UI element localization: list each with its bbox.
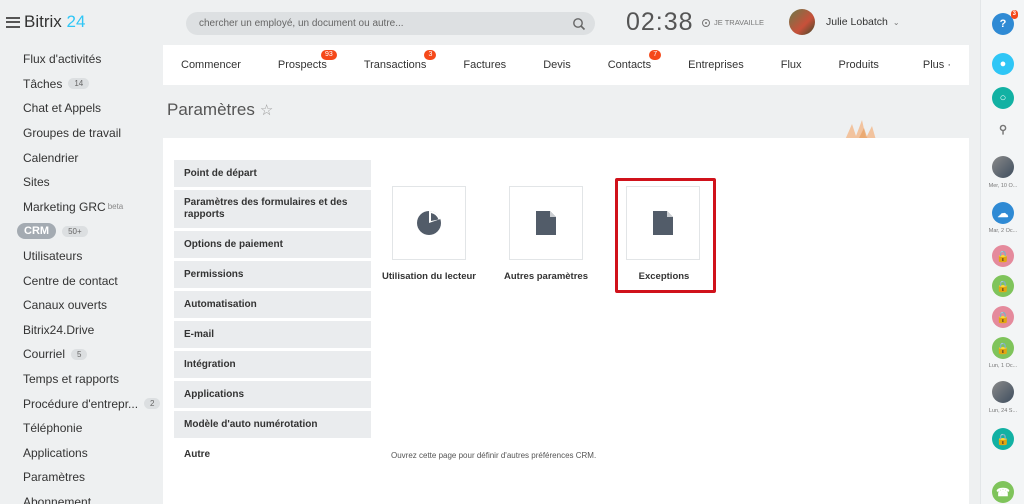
mail-badge: 5 — [71, 348, 88, 360]
date-label: Lun, 1 Oc... — [988, 363, 1018, 369]
avatar[interactable] — [789, 9, 815, 35]
avatar[interactable] — [992, 156, 1014, 178]
tab-stream[interactable]: Flux — [781, 45, 802, 85]
pie-chart-icon — [417, 210, 441, 235]
open-channels-icon[interactable]: ○ — [992, 87, 1014, 109]
settings-content: Point de départ Paramètres des formulair… — [163, 138, 969, 504]
lock-icon[interactable]: 🔒 — [992, 245, 1014, 267]
tab-more[interactable]: Plus · — [923, 45, 951, 85]
settings-menu: Point de départ Paramètres des formulair… — [174, 160, 371, 471]
sidebar-item-calendar[interactable]: Calendrier — [0, 145, 160, 170]
settings-item-applications[interactable]: Applications — [174, 381, 371, 408]
sidebar-item-time-reports[interactable]: Temps et rapports — [0, 367, 160, 392]
search-bar[interactable]: chercher un employé, un document ou autr… — [186, 12, 595, 35]
right-sidebar: ? 3 ● ○ ⚲ Mer, 10 O... ☁ Mar, 2 Oc... 🔒 🔒… — [980, 0, 1024, 504]
phone-icon[interactable]: ☎ — [992, 481, 1014, 503]
deals-count: 3 — [424, 50, 437, 60]
crm-top-nav: Commencer Prospects 93 Transactions 3 Fact… — [163, 45, 969, 85]
clock-time[interactable]: 02:38 — [626, 8, 694, 37]
tab-products[interactable]: Produits — [839, 45, 879, 85]
sidebar-item-applications[interactable]: Applications — [0, 441, 160, 466]
notifications-bell-icon[interactable]: ● — [992, 53, 1014, 75]
page-title: Paramètres ☆ — [167, 100, 274, 119]
sidebar-item-chat[interactable]: Chat et Appels — [0, 96, 160, 121]
search-icon[interactable]: ⚲ — [992, 118, 1014, 140]
user-menu[interactable]: Julie Lobatch ⌄ — [789, 9, 900, 35]
sidebar-menu: Flux d'activités Tâches 14 Chat et Appels… — [0, 47, 161, 504]
settings-item-integration[interactable]: Intégration — [174, 351, 371, 378]
sidebar-item-telephony[interactable]: Téléphonie — [0, 416, 160, 441]
crm-badge: 50+ — [62, 225, 88, 237]
sidebar-item-subscription[interactable]: Abonnement — [0, 490, 160, 504]
tab-leads[interactable]: Prospects 93 — [278, 45, 337, 85]
lock-icon[interactable]: 🔒 — [992, 306, 1014, 328]
date-label: Mar, 2 Oc... — [988, 228, 1018, 234]
page-description: Ouvrez cette page pour définir d'autres … — [391, 451, 597, 460]
tab-contacts[interactable]: Contacts 7 — [608, 45, 662, 85]
sidebar-item-groups[interactable]: Groupes de travail — [0, 121, 160, 146]
sidebar-item-settings[interactable]: Paramètres — [0, 465, 160, 490]
star-icon[interactable]: ☆ — [260, 101, 273, 119]
sidebar-item-mail[interactable]: Courriel 5 — [0, 342, 160, 367]
lock-icon[interactable]: 🔒 — [992, 275, 1014, 297]
sidebar-item-users[interactable]: Utilisateurs — [0, 244, 160, 269]
sidebar-item-drive[interactable]: Bitrix24.Drive — [0, 318, 160, 343]
work-status[interactable]: JE TRAVAILLE — [702, 18, 764, 27]
settings-item-email[interactable]: E-mail — [174, 321, 371, 348]
document-icon — [536, 211, 556, 235]
leads-count: 93 — [321, 50, 337, 60]
chevron-down-icon[interactable]: ⌄ — [893, 18, 900, 27]
avatar[interactable] — [992, 381, 1014, 403]
sidebar-item-feed[interactable]: Flux d'activités — [0, 47, 160, 72]
tab-deals[interactable]: Transactions 3 — [364, 45, 437, 85]
sidebar-item-crm[interactable]: CRM 50+ — [0, 219, 160, 244]
tab-companies[interactable]: Entreprises — [688, 45, 744, 85]
date-label: Lun, 24 S... — [988, 408, 1018, 414]
sidebar-item-marketing[interactable]: Marketing GRC beta — [0, 195, 160, 220]
help-button[interactable]: ? 3 — [992, 10, 1018, 35]
help-count: 3 — [1010, 10, 1018, 19]
settings-item-forms-reports[interactable]: Paramètres des formulaires et des rappor… — [174, 190, 371, 228]
sidebar-item-sites[interactable]: Sites — [0, 170, 160, 195]
search-icon[interactable] — [572, 17, 586, 31]
sidebar-item-tasks[interactable]: Tâches 14 — [0, 72, 160, 97]
leaf-decoration-icon — [845, 120, 876, 140]
settings-item-automation[interactable]: Automatisation — [174, 291, 371, 318]
settings-item-other[interactable]: Autre — [174, 441, 371, 468]
tile-storage-usage[interactable] — [392, 186, 466, 260]
tab-invoices[interactable]: Factures — [463, 45, 506, 85]
settings-item-payment-options[interactable]: Options de paiement — [174, 231, 371, 258]
lock-icon[interactable]: 🔒 — [992, 428, 1014, 450]
search-input[interactable]: chercher un employé, un document ou autr… — [199, 18, 404, 29]
settings-item-permissions[interactable]: Permissions — [174, 261, 371, 288]
settings-item-start-point[interactable]: Point de départ — [174, 160, 371, 187]
settings-item-numbering[interactable]: Modèle d'auto numérotation — [174, 411, 371, 438]
tab-quotes[interactable]: Devis — [543, 45, 571, 85]
user-name[interactable]: Julie Lobatch — [826, 16, 888, 28]
work-status-icon — [702, 18, 710, 27]
lock-icon[interactable]: 🔒 — [992, 337, 1014, 359]
contacts-count: 7 — [649, 50, 662, 60]
hamburger-icon[interactable] — [6, 16, 20, 28]
workflows-badge: 2 — [144, 398, 161, 410]
left-sidebar: Bitrix 24 Flux d'activités Tâches 14 Chat… — [0, 0, 161, 504]
beta-label: beta — [107, 202, 124, 212]
tasks-badge: 14 — [68, 78, 90, 90]
sidebar-item-workflows[interactable]: Procédure d'entrepr... 2 — [0, 391, 161, 416]
sidebar-item-contact-center[interactable]: Centre de contact — [0, 268, 160, 293]
highlight-box — [615, 178, 716, 293]
tile-other-settings[interactable] — [509, 186, 583, 260]
sidebar-item-open-channels[interactable]: Canaux ouverts — [0, 293, 160, 318]
tab-start[interactable]: Commencer — [181, 45, 241, 85]
logo[interactable]: Bitrix 24 — [6, 12, 85, 32]
date-label: Mer, 10 O... — [988, 183, 1018, 189]
cloud-icon[interactable]: ☁ — [992, 202, 1014, 224]
app-logo-text: Bitrix 24 — [24, 12, 86, 31]
